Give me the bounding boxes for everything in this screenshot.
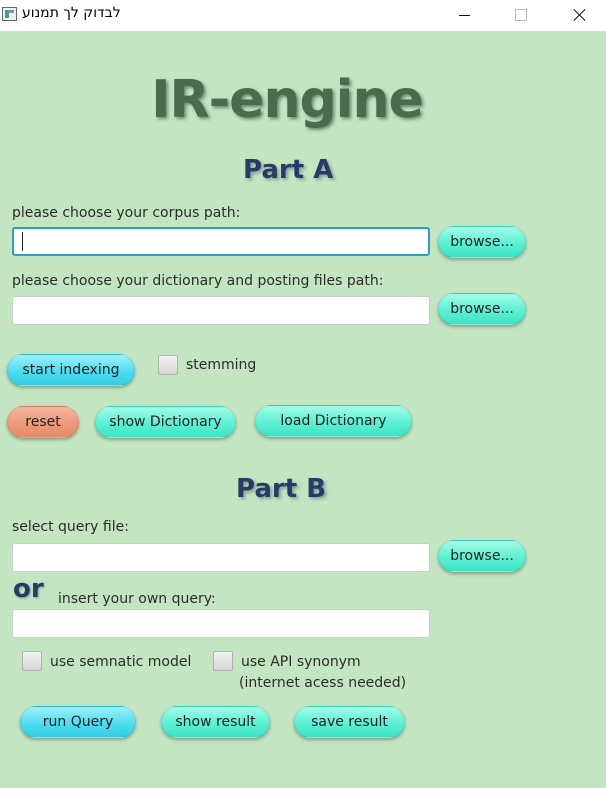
stemming-checkbox[interactable] bbox=[158, 355, 178, 375]
query-file-label: select query file: bbox=[12, 519, 129, 535]
corpus-path-label: please choose your corpus path: bbox=[12, 205, 241, 221]
dictionary-path-label: please choose your dictionary and postin… bbox=[12, 273, 384, 289]
window-title: לבדוק לך תמנוע bbox=[22, 5, 121, 21]
app-icon bbox=[2, 7, 17, 21]
run-query-button[interactable]: run Query bbox=[20, 706, 136, 738]
api-synonym-label: use API synonym bbox=[241, 654, 361, 670]
part-b-title: Part B bbox=[236, 474, 327, 504]
show-dictionary-button[interactable]: show Dictionary bbox=[95, 406, 236, 438]
show-result-button[interactable]: show result bbox=[161, 706, 270, 738]
start-indexing-button[interactable]: start indexing bbox=[7, 354, 135, 386]
text-caret bbox=[22, 232, 23, 251]
part-a-title: Part A bbox=[243, 155, 334, 185]
corpus-browse-button[interactable]: browse... bbox=[438, 226, 526, 258]
reset-button[interactable]: reset bbox=[7, 406, 79, 438]
minimize-icon[interactable] bbox=[441, 0, 487, 31]
window-titlebar: לבדוק לך תמנוע bbox=[0, 0, 606, 31]
api-synonym-checkbox[interactable] bbox=[213, 651, 233, 671]
query-file-input[interactable] bbox=[12, 543, 430, 572]
app-title: IR-engine bbox=[151, 70, 424, 130]
query-browse-button[interactable]: browse... bbox=[438, 540, 526, 572]
corpus-path-input[interactable] bbox=[12, 227, 430, 256]
own-query-label: insert your own query: bbox=[58, 591, 216, 607]
dictionary-browse-button[interactable]: browse... bbox=[438, 293, 526, 325]
api-note-label: (internet acess needed) bbox=[239, 675, 407, 691]
save-result-button[interactable]: save result bbox=[294, 706, 405, 738]
maximize-icon[interactable] bbox=[497, 0, 543, 31]
own-query-input[interactable] bbox=[12, 609, 430, 638]
semantic-model-checkbox[interactable] bbox=[22, 651, 42, 671]
close-icon[interactable] bbox=[556, 0, 602, 31]
load-dictionary-button[interactable]: load Dictionary bbox=[255, 405, 412, 437]
stemming-label: stemming bbox=[186, 357, 257, 373]
semantic-model-label: use semnatic model bbox=[50, 654, 192, 670]
or-label: or bbox=[13, 574, 44, 604]
dictionary-path-input[interactable] bbox=[12, 296, 430, 325]
